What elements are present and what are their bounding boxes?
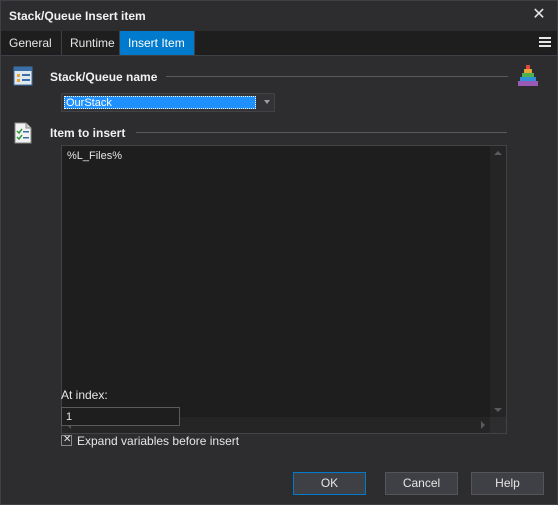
stack-list-icon <box>13 66 33 86</box>
chevron-down-icon <box>264 100 270 104</box>
section-divider <box>136 132 507 133</box>
tab-runtime[interactable]: Runtime <box>62 31 120 55</box>
cancel-button[interactable]: Cancel <box>385 472 458 495</box>
tab-insert-item[interactable]: Insert Item <box>120 31 195 55</box>
tab-general[interactable]: General <box>1 31 62 55</box>
help-button[interactable]: Help <box>471 472 544 495</box>
tab-menu-icon[interactable] <box>539 37 551 49</box>
item-to-insert-label: Item to insert <box>50 126 126 140</box>
stack-name-label: Stack/Queue name <box>50 70 158 84</box>
scroll-down-icon[interactable] <box>494 408 502 412</box>
close-icon[interactable]: ✕ <box>529 5 549 25</box>
stack-name-select[interactable]: OurStack <box>61 93 275 112</box>
scroll-up-icon[interactable] <box>494 151 502 155</box>
pyramid-icon[interactable] <box>517 64 539 88</box>
content-panel: Stack/Queue name OurStack Item to insert… <box>1 56 557 504</box>
dialog-window: Stack/Queue Insert item ✕ General Runtim… <box>0 0 558 505</box>
checklist-document-icon <box>14 122 32 144</box>
title-bar: Stack/Queue Insert item ✕ <box>1 1 557 31</box>
scroll-corner <box>490 417 506 433</box>
scroll-right-icon[interactable] <box>481 421 485 429</box>
stack-name-select-value: OurStack <box>64 96 256 109</box>
ok-button[interactable]: OK <box>293 472 366 495</box>
expand-variables-label[interactable]: Expand variables before insert <box>77 434 239 448</box>
section-divider <box>166 76 508 77</box>
at-index-label: At index: <box>61 388 108 402</box>
checkmark-icon: ✕ <box>63 434 72 445</box>
window-title: Stack/Queue Insert item <box>9 9 146 23</box>
tab-bar: General Runtime Insert Item <box>1 31 557 56</box>
index-input[interactable] <box>61 407 180 426</box>
item-textarea-value: %L_Files% <box>67 150 123 162</box>
vertical-scrollbar[interactable] <box>490 146 506 417</box>
expand-variables-checkbox[interactable]: ✕ <box>61 434 72 446</box>
item-textarea[interactable]: %L_Files% <box>61 145 507 434</box>
